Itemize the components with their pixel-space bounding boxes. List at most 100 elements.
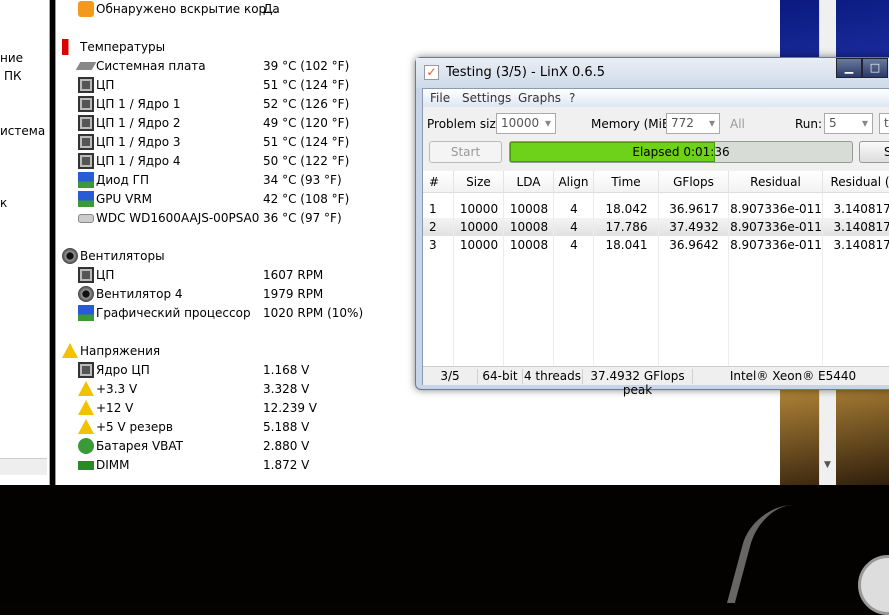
status-cpu: Intel® Xeon® E5440	[729, 369, 857, 383]
sensor-label: WDC WD1600AAJS-00PSA0	[96, 211, 260, 225]
battery-icon	[78, 438, 94, 454]
window-title: Testing (3/5) - LinX 0.6.5	[446, 65, 606, 80]
sensor-value: 51 °C (124 °F)	[263, 78, 350, 92]
sensor-label: ЦП 1 / Ядро 2	[96, 116, 181, 130]
sensor-label: Температуры	[80, 40, 166, 54]
table-cell: 36.9642	[669, 238, 719, 252]
status-progress: 3/5	[423, 369, 478, 384]
scroll-down-icon[interactable]: ▼	[824, 460, 831, 470]
nav-item[interactable]: к	[0, 196, 7, 210]
table-cell: 18.041	[605, 238, 648, 252]
grid-line	[553, 193, 554, 366]
table-cell: 3.140817e-	[833, 202, 889, 216]
sensor-label: +5 V резерв	[96, 420, 173, 434]
column-header[interactable]: Time	[594, 171, 659, 193]
menu-settings[interactable]: Settings	[462, 91, 511, 105]
sensor-value: Да	[263, 2, 280, 16]
table-cell: 10008	[509, 202, 549, 216]
warning-icon	[78, 381, 94, 396]
nav-item[interactable]: истема	[0, 124, 45, 138]
sensor-label: Батарея VBAT	[96, 439, 184, 453]
sensor-row[interactable]: +5 V резерв 5.188 V	[56, 418, 756, 437]
menu-graphs[interactable]: Graphs	[518, 91, 561, 105]
grid-line	[503, 193, 504, 366]
sensor-value: 1.168 V	[263, 363, 310, 377]
motherboard-icon	[75, 62, 97, 70]
table-cell: 3.140817e-	[833, 238, 889, 252]
column-header[interactable]: Residual (no	[823, 171, 889, 193]
title-bar[interactable]: ✓ Testing (3/5) - LinX 0.6.5 ▁ □	[416, 58, 889, 88]
grid-line	[593, 193, 594, 366]
all-memory-link[interactable]: All	[730, 117, 745, 131]
table-cell: 36.9617	[669, 202, 719, 216]
sensor-row[interactable]: Батарея VBAT 2.880 V	[56, 437, 756, 456]
table-cell: 10000	[459, 220, 499, 234]
hdd-icon	[78, 214, 94, 223]
maximize-button[interactable]: □	[862, 58, 888, 78]
sensor-value: 1020 RPM (10%)	[263, 306, 364, 320]
table-cell: 10008	[509, 220, 549, 234]
table-cell: 8.907336e-011	[730, 220, 822, 234]
sensor-row[interactable]: +12 V 12.239 V	[56, 399, 756, 418]
column-header[interactable]: #	[423, 171, 454, 193]
table-cell: 1	[429, 202, 437, 216]
table-cell: 17.786	[605, 220, 648, 234]
column-header[interactable]: Size	[454, 171, 504, 193]
sensor-label: DIMM	[96, 458, 130, 472]
table-cell: 8.907336e-011	[730, 202, 822, 216]
nav-item[interactable]: ние	[0, 51, 23, 65]
table-cell: 10000	[459, 238, 499, 252]
cpu-icon	[78, 96, 94, 112]
column-header[interactable]: LDA	[504, 171, 554, 193]
sensor-value: 42 °C (108 °F)	[263, 192, 350, 206]
sensor-value: 39 °C (102 °F)	[263, 59, 350, 73]
table-cell: 2	[429, 220, 437, 234]
status-threads: 4 threads	[523, 369, 583, 384]
menu-file[interactable]: File	[430, 91, 450, 105]
window-client: File Settings Graphs ? Problem size: 100…	[422, 88, 889, 397]
status-peak: 37.4932 GFlops peak	[583, 369, 693, 397]
sensor-group-header[interactable]: Температуры	[56, 38, 756, 57]
menu-bar: File Settings Graphs ?	[423, 89, 889, 107]
column-header[interactable]: Residual	[729, 171, 823, 193]
table-row[interactable]: 1 10000 10008 4 18.042 36.9617 8.907336e-011 3.…	[423, 200, 889, 218]
sensor-value: 1607 RPM	[263, 268, 324, 282]
table-cell: 10000	[459, 202, 499, 216]
sensor-label: ЦП	[96, 268, 115, 282]
progress-text: Elapsed 0:01:36	[632, 145, 730, 159]
run-count-select[interactable]: 5	[824, 113, 873, 134]
sensor-value: 2.880 V	[263, 439, 310, 453]
start-button[interactable]: Start	[429, 141, 502, 163]
column-header[interactable]: GFlops	[659, 171, 729, 193]
grid-line	[658, 193, 659, 366]
horizontal-scrollbar[interactable]	[0, 458, 47, 475]
table-cell: 10008	[509, 238, 549, 252]
sensor-value: 1979 RPM	[263, 287, 324, 301]
stop-button[interactable]: S	[859, 141, 889, 163]
sensor-row[interactable]: Обнаружено вскрытие кор... Да	[56, 0, 756, 19]
table-row[interactable]: 3 10000 10008 4 18.041 36.9642 8.907336e-011 3.…	[423, 236, 889, 254]
table-cell: 4	[570, 202, 578, 216]
fan-icon	[78, 286, 94, 302]
sensor-value: 12.239 V	[263, 401, 318, 415]
sensor-value: 50 °C (122 °F)	[263, 154, 350, 168]
sensor-value: 5.188 V	[263, 420, 310, 434]
sensor-label: Диод ГП	[96, 173, 149, 187]
memory-select[interactable]: 772	[666, 113, 720, 134]
sensor-value: 49 °C (120 °F)	[263, 116, 350, 130]
cpu-icon	[78, 77, 94, 93]
run-unit-select[interactable]: tir	[879, 113, 889, 134]
minimize-button[interactable]: ▁	[836, 58, 862, 78]
table-row[interactable]: 2 10000 10008 4 17.786 37.4932 8.907336e-011 3.…	[423, 218, 889, 236]
sensor-label: Вентиляторы	[80, 249, 165, 263]
progress-bar: Elapsed 0:01:36	[509, 141, 853, 163]
table-cell: 18.042	[605, 202, 648, 216]
menu-help[interactable]: ?	[569, 91, 575, 105]
sensor-label: Напряжения	[80, 344, 161, 358]
column-header[interactable]: Align	[554, 171, 594, 193]
sensor-row[interactable]: DIMM 1.872 V	[56, 456, 756, 475]
table-cell: 8.907336e-011	[730, 238, 822, 252]
problem-size-select[interactable]: 10000	[496, 113, 556, 134]
sensor-label: ЦП 1 / Ядро 4	[96, 154, 181, 168]
nav-item[interactable]: ПК	[4, 69, 22, 83]
